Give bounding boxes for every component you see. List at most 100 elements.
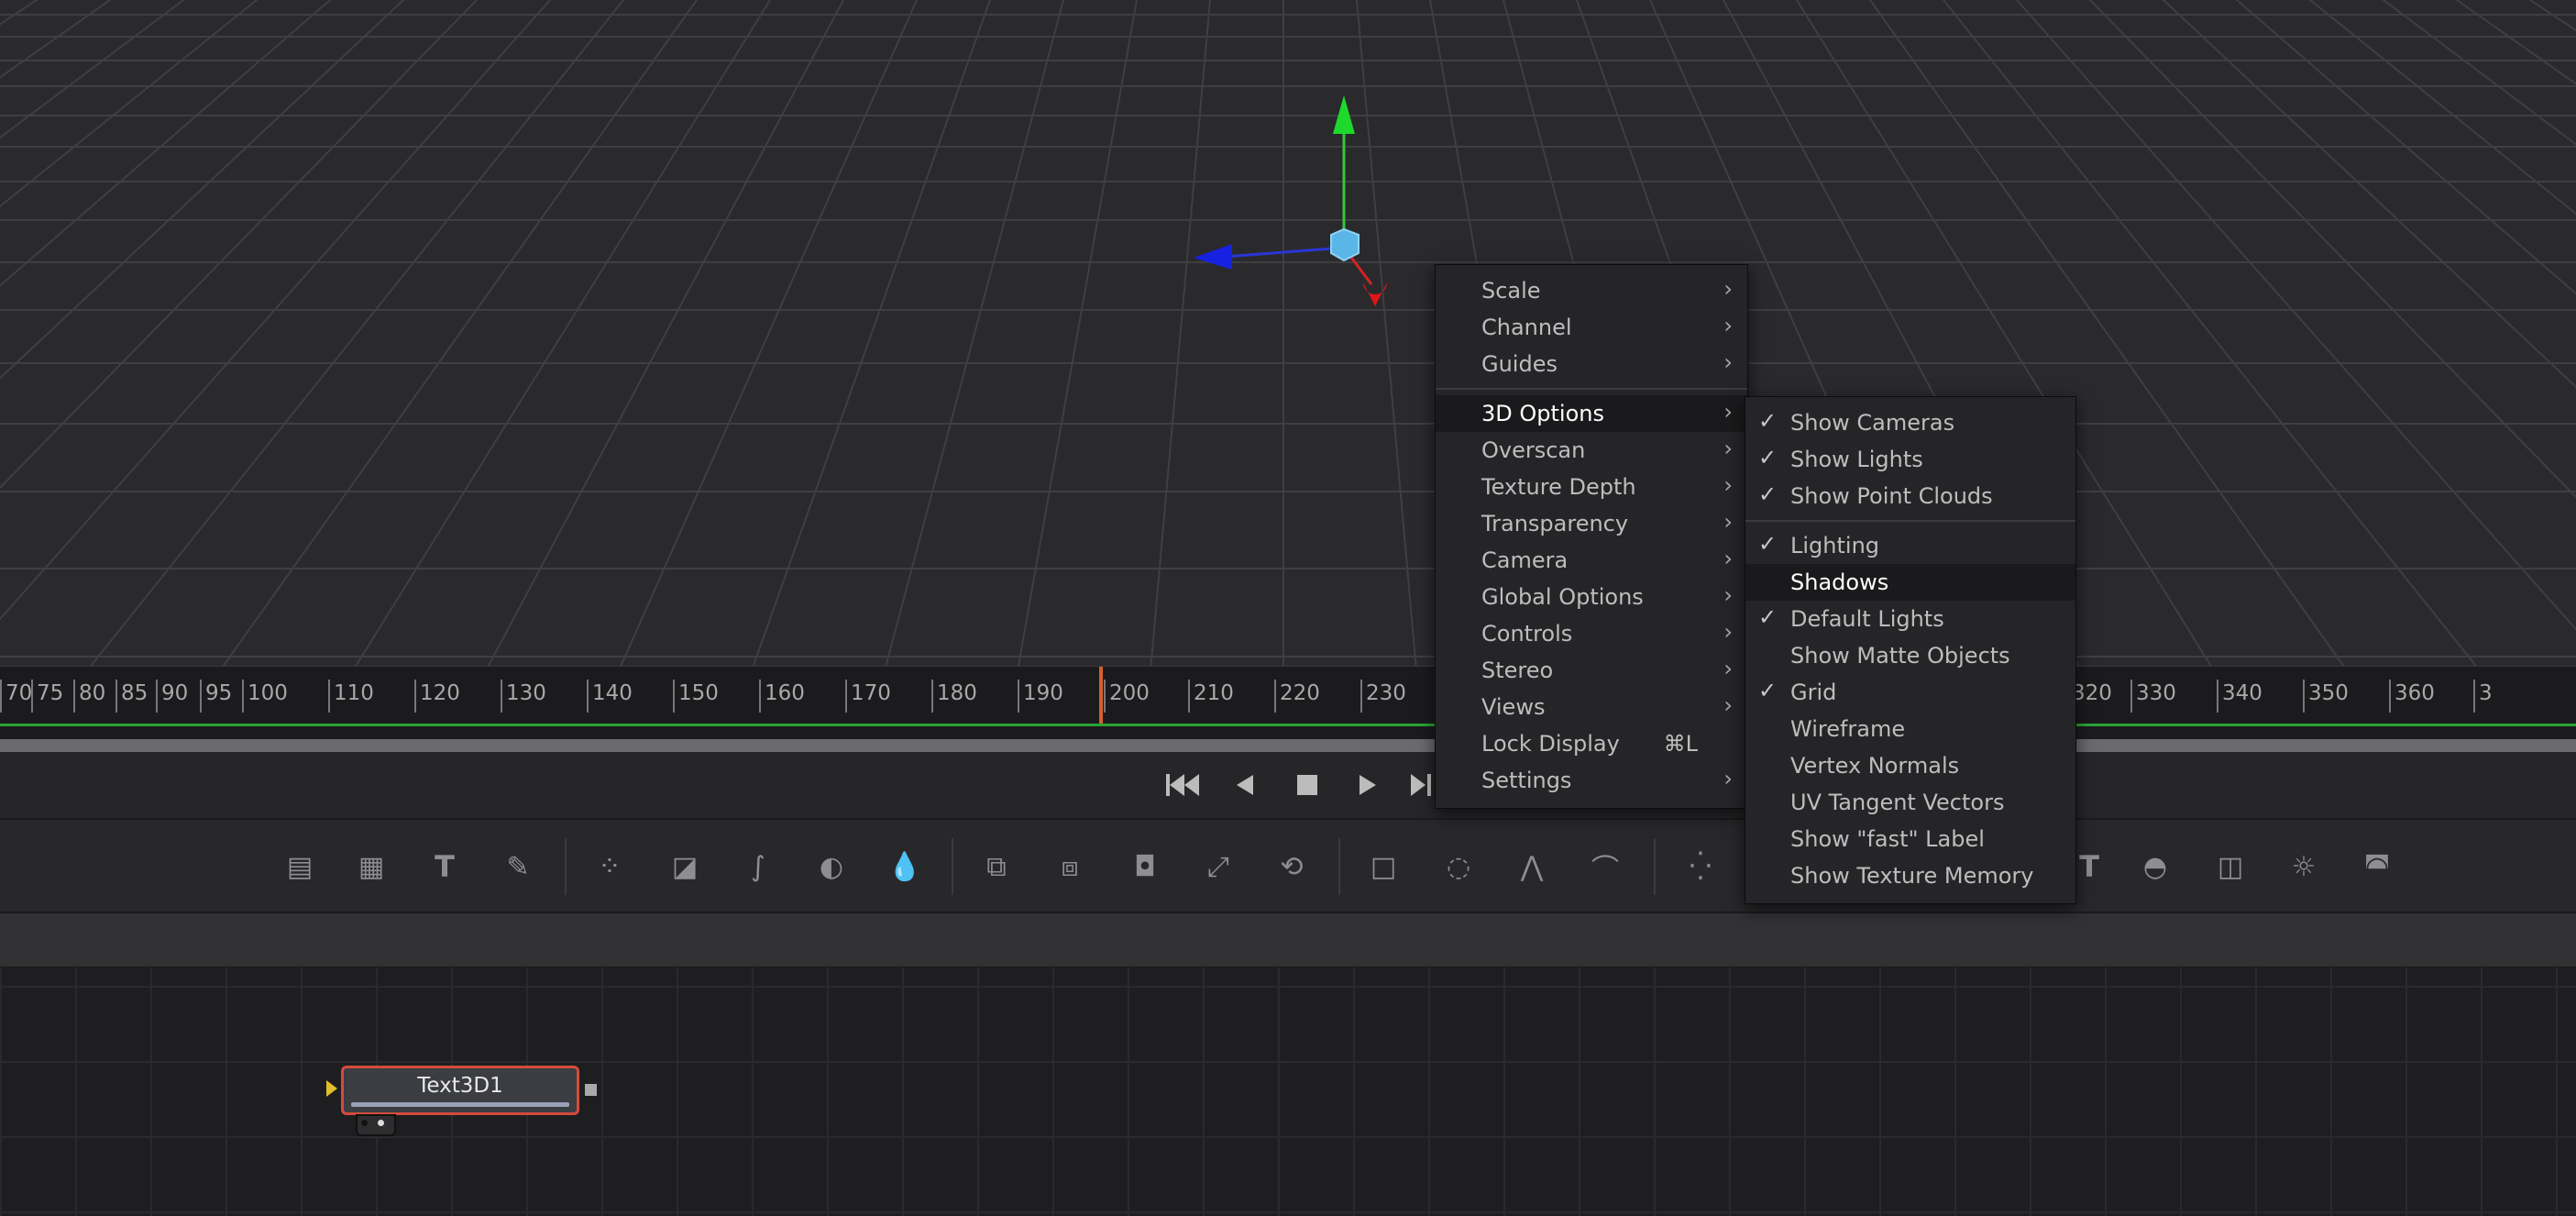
ruler-tick-label: 330 xyxy=(2136,681,2176,705)
submenu-item-default-lights[interactable]: ✓ Default Lights xyxy=(1745,601,2075,637)
submenu-item-label: Show "fast" Label xyxy=(1790,826,1985,852)
submenu-item-shadows[interactable]: Shadows xyxy=(1745,564,2075,601)
matte-control-tool-button[interactable]: ◘ xyxy=(1124,847,1166,886)
skip-to-start-button[interactable] xyxy=(1162,765,1203,805)
ruler-tick-label: 130 xyxy=(506,681,546,705)
ruler-tick-label: 3 xyxy=(2479,681,2493,705)
chevron-right-icon: › xyxy=(1723,582,1733,608)
text3d-node[interactable]: Text3D1 xyxy=(341,1066,579,1115)
node-output-icon[interactable] xyxy=(585,1084,597,1096)
ruler-tick-label: 100 xyxy=(248,681,288,705)
shape3d-icon: ◓ xyxy=(2142,850,2168,883)
text-tool-button[interactable]: T xyxy=(424,847,466,886)
color-corrector-tool-button[interactable]: ◐ xyxy=(810,847,853,886)
ruler-tick xyxy=(673,680,675,713)
ruler-tick-label: 150 xyxy=(678,681,719,705)
submenu-item-show-matte-objects[interactable]: Show Matte Objects xyxy=(1745,637,2075,674)
menu-item-stereo[interactable]: Stereo › xyxy=(1436,652,1747,689)
color-corrector-icon: ◐ xyxy=(819,850,844,883)
rectangle-mask-tool-button[interactable]: □ xyxy=(1362,847,1404,886)
ruler-tick-label: 200 xyxy=(1109,681,1150,705)
menu-item-label: Texture Depth xyxy=(1481,474,1636,500)
chevron-right-icon: › xyxy=(1723,692,1733,718)
channel-boolean-tool-button[interactable]: ⧈ xyxy=(1049,847,1091,886)
channel-boolean-icon: ⧈ xyxy=(1061,850,1079,883)
pemitter-tool-button[interactable]: ⁛ xyxy=(1679,847,1722,886)
ruler-tick-label: 70 xyxy=(6,681,33,705)
step-back-button[interactable] xyxy=(1225,765,1265,805)
polygon-mask-tool-button[interactable]: ⋀ xyxy=(1511,847,1553,886)
menu-item-scale[interactable]: Scale › xyxy=(1436,272,1747,309)
ruler-tick xyxy=(2389,680,2391,713)
paint-tool-button[interactable]: ✎ xyxy=(497,847,539,886)
menu-item-label: Settings xyxy=(1481,768,1572,793)
ruler-tick xyxy=(931,680,933,713)
menu-item-label: Transparency xyxy=(1481,511,1629,536)
submenu-item-uv-tangent-vectors[interactable]: UV Tangent Vectors xyxy=(1745,784,2075,821)
submenu-item-wireframe[interactable]: Wireframe xyxy=(1745,711,2075,747)
submenu-item-show-fast-label[interactable]: Show "fast" Label xyxy=(1745,821,2075,857)
node-view-toggle[interactable] xyxy=(356,1114,396,1136)
paint-icon: ✎ xyxy=(506,850,530,883)
menu-separator xyxy=(1436,388,1747,390)
menu-item-3d-options[interactable]: 3D Options › xyxy=(1436,395,1747,432)
pemitter-icon: ⁛ xyxy=(1690,850,1712,883)
menu-item-lock-display[interactable]: Lock Display ⌘L xyxy=(1436,725,1747,762)
color-curves-tool-button[interactable]: ◪ xyxy=(664,847,706,886)
time-ruler[interactable]: 70 75 80 85 90 95 100 110 120 130 140 150 160 170 180 1… xyxy=(0,666,2576,726)
ruler-tick xyxy=(31,680,33,713)
spot-light-tool-button[interactable]: ☼ xyxy=(2283,847,2325,886)
ruler-tick xyxy=(116,680,117,713)
time-scrub-bar[interactable] xyxy=(0,739,2576,752)
menu-item-overscan[interactable]: Overscan › xyxy=(1436,432,1747,469)
submenu-item-show-point-clouds[interactable]: ✓ Show Point Clouds xyxy=(1745,478,2075,514)
ellipse-mask-tool-button[interactable]: ◌ xyxy=(1437,847,1480,886)
menu-item-views[interactable]: Views › xyxy=(1436,689,1747,725)
brightness-contrast-tool-button[interactable]: ∫ xyxy=(737,847,779,886)
menu-item-camera[interactable]: Camera › xyxy=(1436,542,1747,579)
renderer3d-tool-button[interactable]: ◚ xyxy=(2356,847,2398,886)
menu-item-settings[interactable]: Settings › xyxy=(1436,762,1747,799)
submenu-item-show-texture-memory[interactable]: Show Texture Memory xyxy=(1745,857,2075,894)
3d-options-submenu: ✓ Show Cameras ✓ Show Lights ✓ Show Point Clo… xyxy=(1745,396,2076,904)
submenu-item-lighting[interactable]: ✓ Lighting xyxy=(1745,527,2075,564)
menu-item-global-options[interactable]: Global Options › xyxy=(1436,579,1747,615)
shape3d-tool-button[interactable]: ◓ xyxy=(2134,847,2176,886)
node-input-icon[interactable] xyxy=(326,1080,337,1097)
menu-item-label: Global Options xyxy=(1481,584,1644,610)
menu-item-transparency[interactable]: Transparency › xyxy=(1436,505,1747,542)
loader-tool-button[interactable]: ⟲ xyxy=(1271,847,1313,886)
stop-button[interactable] xyxy=(1287,765,1327,805)
blur-tool-button[interactable]: 💧 xyxy=(884,847,926,886)
node-status-bar xyxy=(351,1102,569,1107)
checkmark-icon: ✓ xyxy=(1758,445,1778,470)
submenu-item-grid[interactable]: ✓ Grid xyxy=(1745,674,2075,711)
merge3d-tool-button[interactable]: ◫ xyxy=(2209,847,2251,886)
ruler-tick xyxy=(2217,680,2218,713)
transform-gizmo[interactable] xyxy=(0,0,2576,666)
submenu-item-label: Default Lights xyxy=(1790,606,1944,632)
particles-tool-button[interactable]: ⁘ xyxy=(589,847,631,886)
bspline-mask-tool-button[interactable]: ⌒ xyxy=(1584,847,1626,886)
menu-item-guides[interactable]: Guides › xyxy=(1436,346,1747,382)
brightness-contrast-icon: ∫ xyxy=(751,850,765,883)
checkmark-icon: ✓ xyxy=(1758,604,1778,630)
submenu-item-vertex-normals[interactable]: Vertex Normals xyxy=(1745,747,2075,784)
menu-item-texture-depth[interactable]: Texture Depth › xyxy=(1436,469,1747,505)
playhead[interactable] xyxy=(1099,667,1103,724)
play-button[interactable] xyxy=(1348,765,1388,805)
fast-noise-tool-button[interactable]: ▦ xyxy=(350,847,392,886)
renderer3d-icon: ◚ xyxy=(2363,850,2391,883)
ruler-tick xyxy=(587,680,589,713)
3d-viewport[interactable] xyxy=(0,0,2576,666)
submenu-item-label: Show Cameras xyxy=(1790,410,1955,436)
menu-item-controls[interactable]: Controls › xyxy=(1436,615,1747,652)
ruler-tick xyxy=(73,680,75,713)
menu-item-label: 3D Options xyxy=(1481,401,1604,426)
merge-tool-button[interactable]: ⧉ xyxy=(975,847,1018,886)
transform-tool-button[interactable]: ⤢ xyxy=(1197,847,1239,886)
menu-item-channel[interactable]: Channel › xyxy=(1436,309,1747,346)
background-tool-button[interactable]: ▤ xyxy=(279,847,321,886)
submenu-item-show-lights[interactable]: ✓ Show Lights xyxy=(1745,441,2075,478)
submenu-item-show-cameras[interactable]: ✓ Show Cameras xyxy=(1745,404,2075,441)
